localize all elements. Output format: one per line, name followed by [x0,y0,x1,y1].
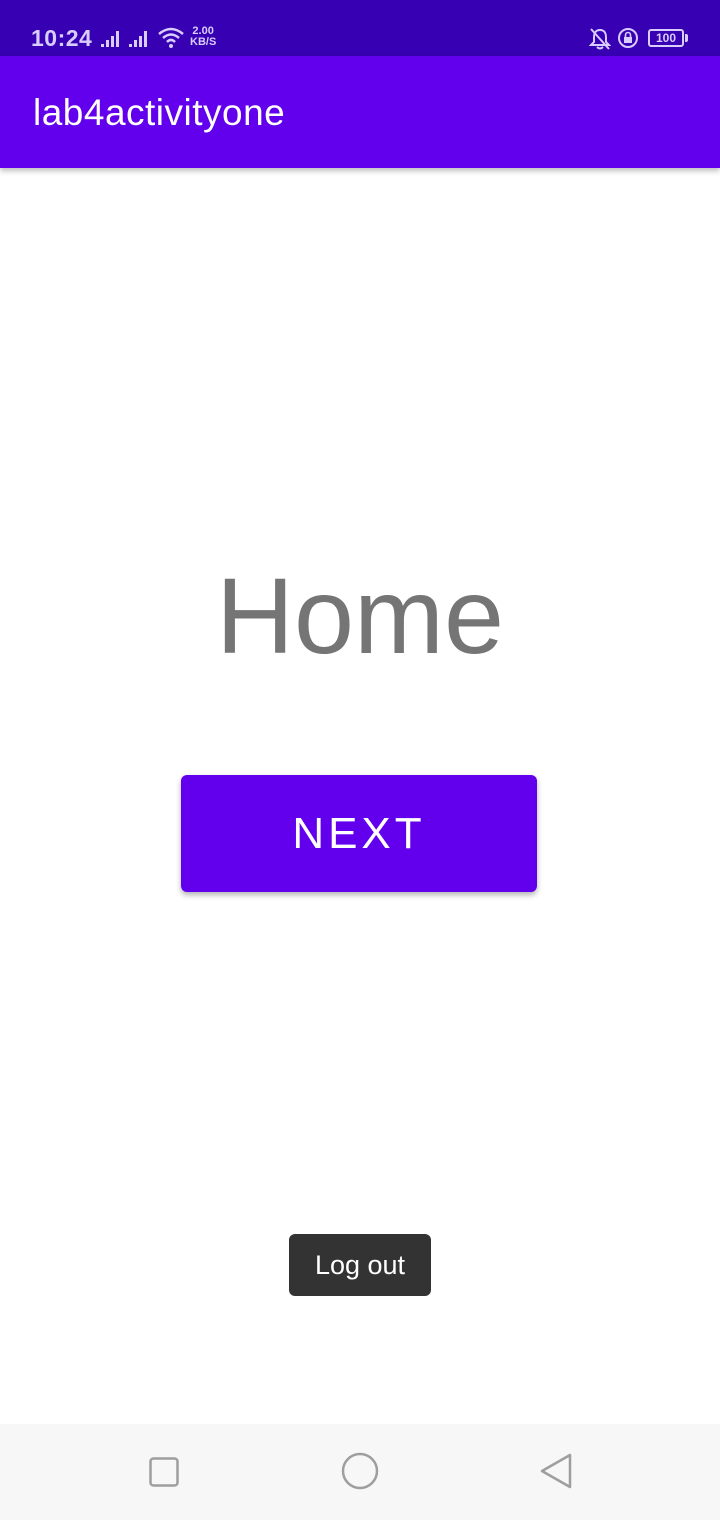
bell-off-icon [588,27,612,56]
home-heading: Home [215,555,505,676]
network-speed: 2.00 KB/S [190,26,216,48]
app-bar: lab4activityone [0,56,720,168]
battery-tip [685,34,688,42]
logout-toast: Log out [289,1234,431,1296]
signal-icon [129,30,151,53]
status-time: 10:24 [31,25,93,51]
next-button[interactable]: NEXT [181,775,537,892]
status-bar: 10:24 2.00 KB/S 100 [0,0,720,56]
back-icon[interactable] [538,1453,574,1494]
signal-icon [101,30,123,53]
home-icon[interactable] [341,1452,379,1495]
network-speed-unit: KB/S [190,36,217,48]
wifi-icon [157,27,185,54]
recents-icon[interactable] [149,1457,179,1492]
navigation-bar [0,1424,720,1520]
rotation-lock-icon [617,27,639,54]
battery-icon: 100 [648,29,684,47]
app-title: lab4activityone [33,92,286,133]
